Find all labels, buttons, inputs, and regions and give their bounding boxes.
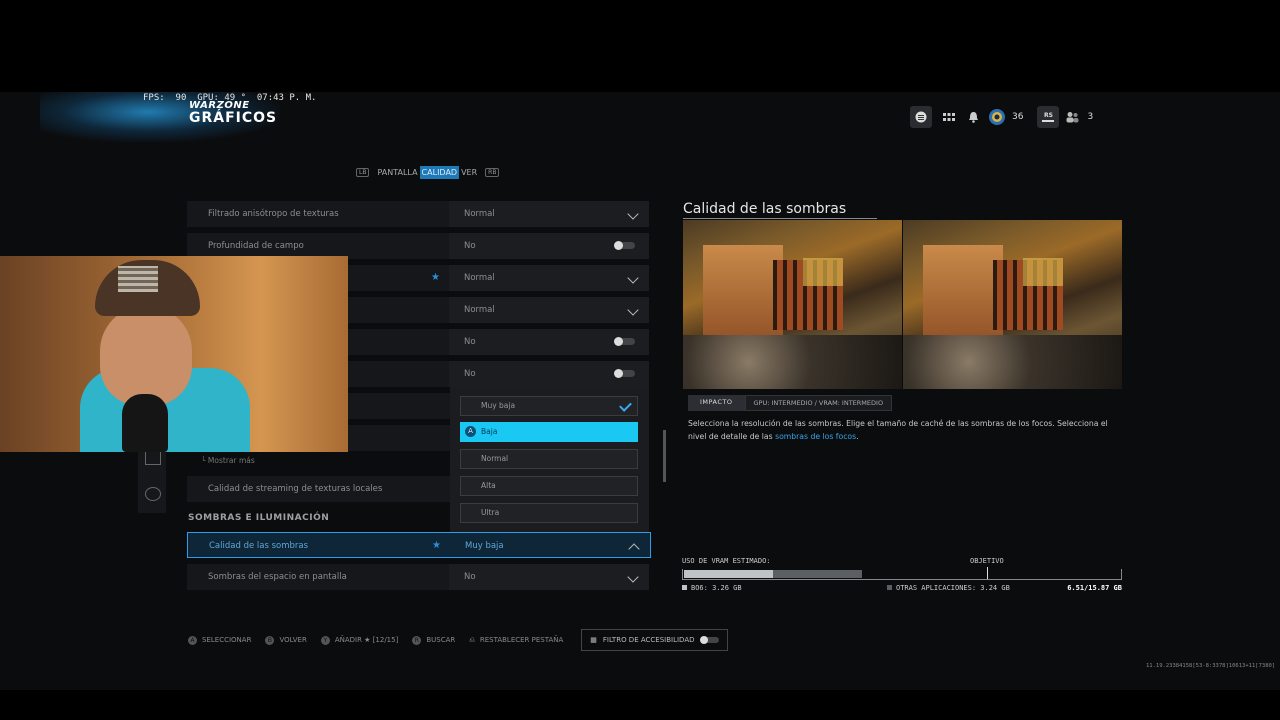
vram-bo6: BO6: 3.26 GB bbox=[682, 584, 742, 592]
add-favorite-button[interactable]: Y AÑADIR ★ [12/15] bbox=[320, 635, 398, 645]
option-alta[interactable]: Alta bbox=[460, 476, 638, 496]
setting-value-toggle[interactable]: No bbox=[449, 361, 649, 387]
preview-image-left bbox=[683, 220, 902, 389]
setting-value-dropdown[interactable]: Muy baja bbox=[450, 533, 650, 557]
friends-count: 3 bbox=[1087, 112, 1094, 122]
footer-controls: A SELECCIONAR B VOLVER Y AÑADIR ★ [12/15] R… bbox=[188, 628, 728, 652]
side-icon-strip bbox=[138, 445, 166, 513]
vram-target-marker bbox=[987, 567, 988, 579]
menu-icon[interactable] bbox=[910, 106, 932, 128]
detail-title: Calidad de las sombras bbox=[683, 201, 847, 217]
shadow-quality-dropdown: Muy baja A Baja Normal Alta Ultra bbox=[450, 387, 649, 532]
prev-tab-key[interactable]: LB bbox=[356, 168, 370, 177]
setting-value-toggle[interactable]: No bbox=[449, 329, 649, 355]
settings-tabs: LB PANTALLA CALIDAD VER RB bbox=[356, 166, 500, 179]
y-button-icon: Y bbox=[320, 635, 330, 645]
setting-screen-space-shadows[interactable]: Sombras del espacio en pantalla No bbox=[187, 564, 649, 590]
setting-value-toggle[interactable]: No bbox=[449, 233, 649, 259]
tab-pantalla[interactable]: PANTALLA bbox=[377, 168, 417, 177]
tab-ver[interactable]: VER bbox=[461, 168, 477, 177]
detail-description: Selecciona la resolución de las sombras.… bbox=[688, 419, 1108, 441]
setting-shadow-quality[interactable]: Calidad de las sombras ★ Muy baja bbox=[187, 532, 651, 558]
favorite-star-icon: ★ bbox=[432, 540, 441, 551]
webcam-person-face bbox=[100, 306, 192, 406]
cap-flag-patch bbox=[118, 266, 158, 292]
vram-others: OTRAS APLICACIONES: 3.24 GB bbox=[887, 584, 1010, 592]
option-baja[interactable]: A Baja bbox=[460, 422, 638, 442]
option-ultra[interactable]: Ultra bbox=[460, 503, 638, 523]
preview-light bbox=[1023, 258, 1063, 286]
checkmark-icon bbox=[619, 399, 632, 412]
a-button-icon: A bbox=[188, 635, 197, 645]
chevron-down-icon bbox=[627, 272, 639, 284]
option-muy-baja[interactable]: Muy baja bbox=[460, 396, 638, 416]
impact-value: GPU: INTERMEDIO / VRAM: INTERMEDIO bbox=[744, 395, 893, 411]
chevron-down-icon bbox=[627, 208, 639, 220]
impact-label: IMPACTO bbox=[688, 395, 745, 411]
next-tab-key[interactable]: RB bbox=[485, 168, 500, 177]
vram-target-label: OBJETIVO bbox=[970, 557, 1004, 565]
description-link[interactable]: sombras de los focos bbox=[775, 432, 856, 441]
vram-bar-others bbox=[773, 570, 862, 578]
setting-value-dropdown[interactable]: No bbox=[449, 564, 649, 590]
chevron-down-icon bbox=[627, 571, 639, 583]
build-version: 11.19.23384158[53-8:3378]10613+11[7380] bbox=[1146, 663, 1276, 669]
filter-icon: ▦ bbox=[590, 636, 597, 644]
top-bar: 36 RS 3 bbox=[910, 104, 1093, 130]
favorite-star-icon: ★ bbox=[431, 272, 440, 283]
show-more-link[interactable]: └ Mostrar más bbox=[201, 456, 255, 465]
vram-total: 6.51/15.87 GB bbox=[1067, 584, 1122, 592]
search-icon: R bbox=[412, 635, 422, 645]
toggle-switch[interactable] bbox=[614, 337, 635, 346]
setting-value-dropdown[interactable]: Normal bbox=[449, 201, 649, 227]
search-button[interactable]: R BUSCAR bbox=[412, 635, 455, 645]
preview-rubble bbox=[903, 335, 1122, 389]
profile-badge[interactable]: RS bbox=[1037, 106, 1060, 128]
setting-value-dropdown[interactable]: Normal bbox=[449, 265, 649, 291]
detail-title-underline bbox=[683, 218, 877, 219]
controller-icon[interactable] bbox=[145, 487, 161, 501]
apps-grid-icon[interactable] bbox=[938, 106, 960, 128]
fps-value: 90 bbox=[175, 93, 187, 103]
settings-scrollbar[interactable] bbox=[663, 430, 666, 482]
b-button-icon: B bbox=[265, 635, 275, 645]
vram-title: USO DE VRAM ESTIMADO: bbox=[682, 557, 771, 565]
setting-anisotropic-filtering[interactable]: Filtrado anisótropo de texturas Normal bbox=[187, 201, 649, 227]
menu-header: WARZONE GRÁFICOS bbox=[189, 100, 277, 126]
tab-calidad[interactable]: CALIDAD bbox=[419, 166, 460, 179]
shadow-quality-preview bbox=[683, 220, 1122, 389]
toggle-switch[interactable] bbox=[614, 241, 635, 250]
option-normal[interactable]: Normal bbox=[460, 449, 638, 469]
back-button[interactable]: B VOLVER bbox=[265, 635, 307, 645]
rank-emblem-icon[interactable] bbox=[986, 106, 1008, 128]
a-button-icon: A bbox=[465, 426, 476, 437]
toggle-switch[interactable] bbox=[699, 636, 719, 644]
accessibility-filter-toggle[interactable]: ▦ FILTRO DE ACCESIBILIDAD bbox=[581, 629, 728, 651]
preview-light bbox=[803, 258, 843, 286]
vram-bar bbox=[682, 567, 1122, 580]
chevron-up-icon bbox=[628, 543, 640, 555]
section-title: SOMBRAS E ILUMINACIÓN bbox=[188, 513, 330, 523]
level-count: 36 bbox=[1012, 112, 1024, 122]
webcam-microphone bbox=[122, 394, 168, 452]
webcam-overlay bbox=[0, 256, 348, 452]
preview-image-right bbox=[903, 220, 1122, 389]
notifications-bell-icon[interactable] bbox=[962, 106, 984, 128]
toggle-switch[interactable] bbox=[614, 369, 635, 378]
impact-bar: IMPACTO GPU: INTERMEDIO / VRAM: INTERMED… bbox=[688, 395, 893, 411]
page-title: GRÁFICOS bbox=[189, 110, 278, 126]
reset-icon: ⎌ bbox=[469, 635, 475, 644]
calendar-icon[interactable] bbox=[145, 451, 161, 465]
vram-bar-bo6 bbox=[684, 570, 773, 578]
setting-value-dropdown[interactable]: Normal bbox=[449, 297, 649, 323]
preview-rubble bbox=[683, 335, 902, 389]
chevron-down-icon bbox=[627, 304, 639, 316]
friends-icon[interactable] bbox=[1061, 106, 1083, 128]
select-button[interactable]: A SELECCIONAR bbox=[188, 635, 251, 645]
reset-tab-button[interactable]: ⎌ RESTABLECER PESTAÑA bbox=[469, 636, 563, 645]
